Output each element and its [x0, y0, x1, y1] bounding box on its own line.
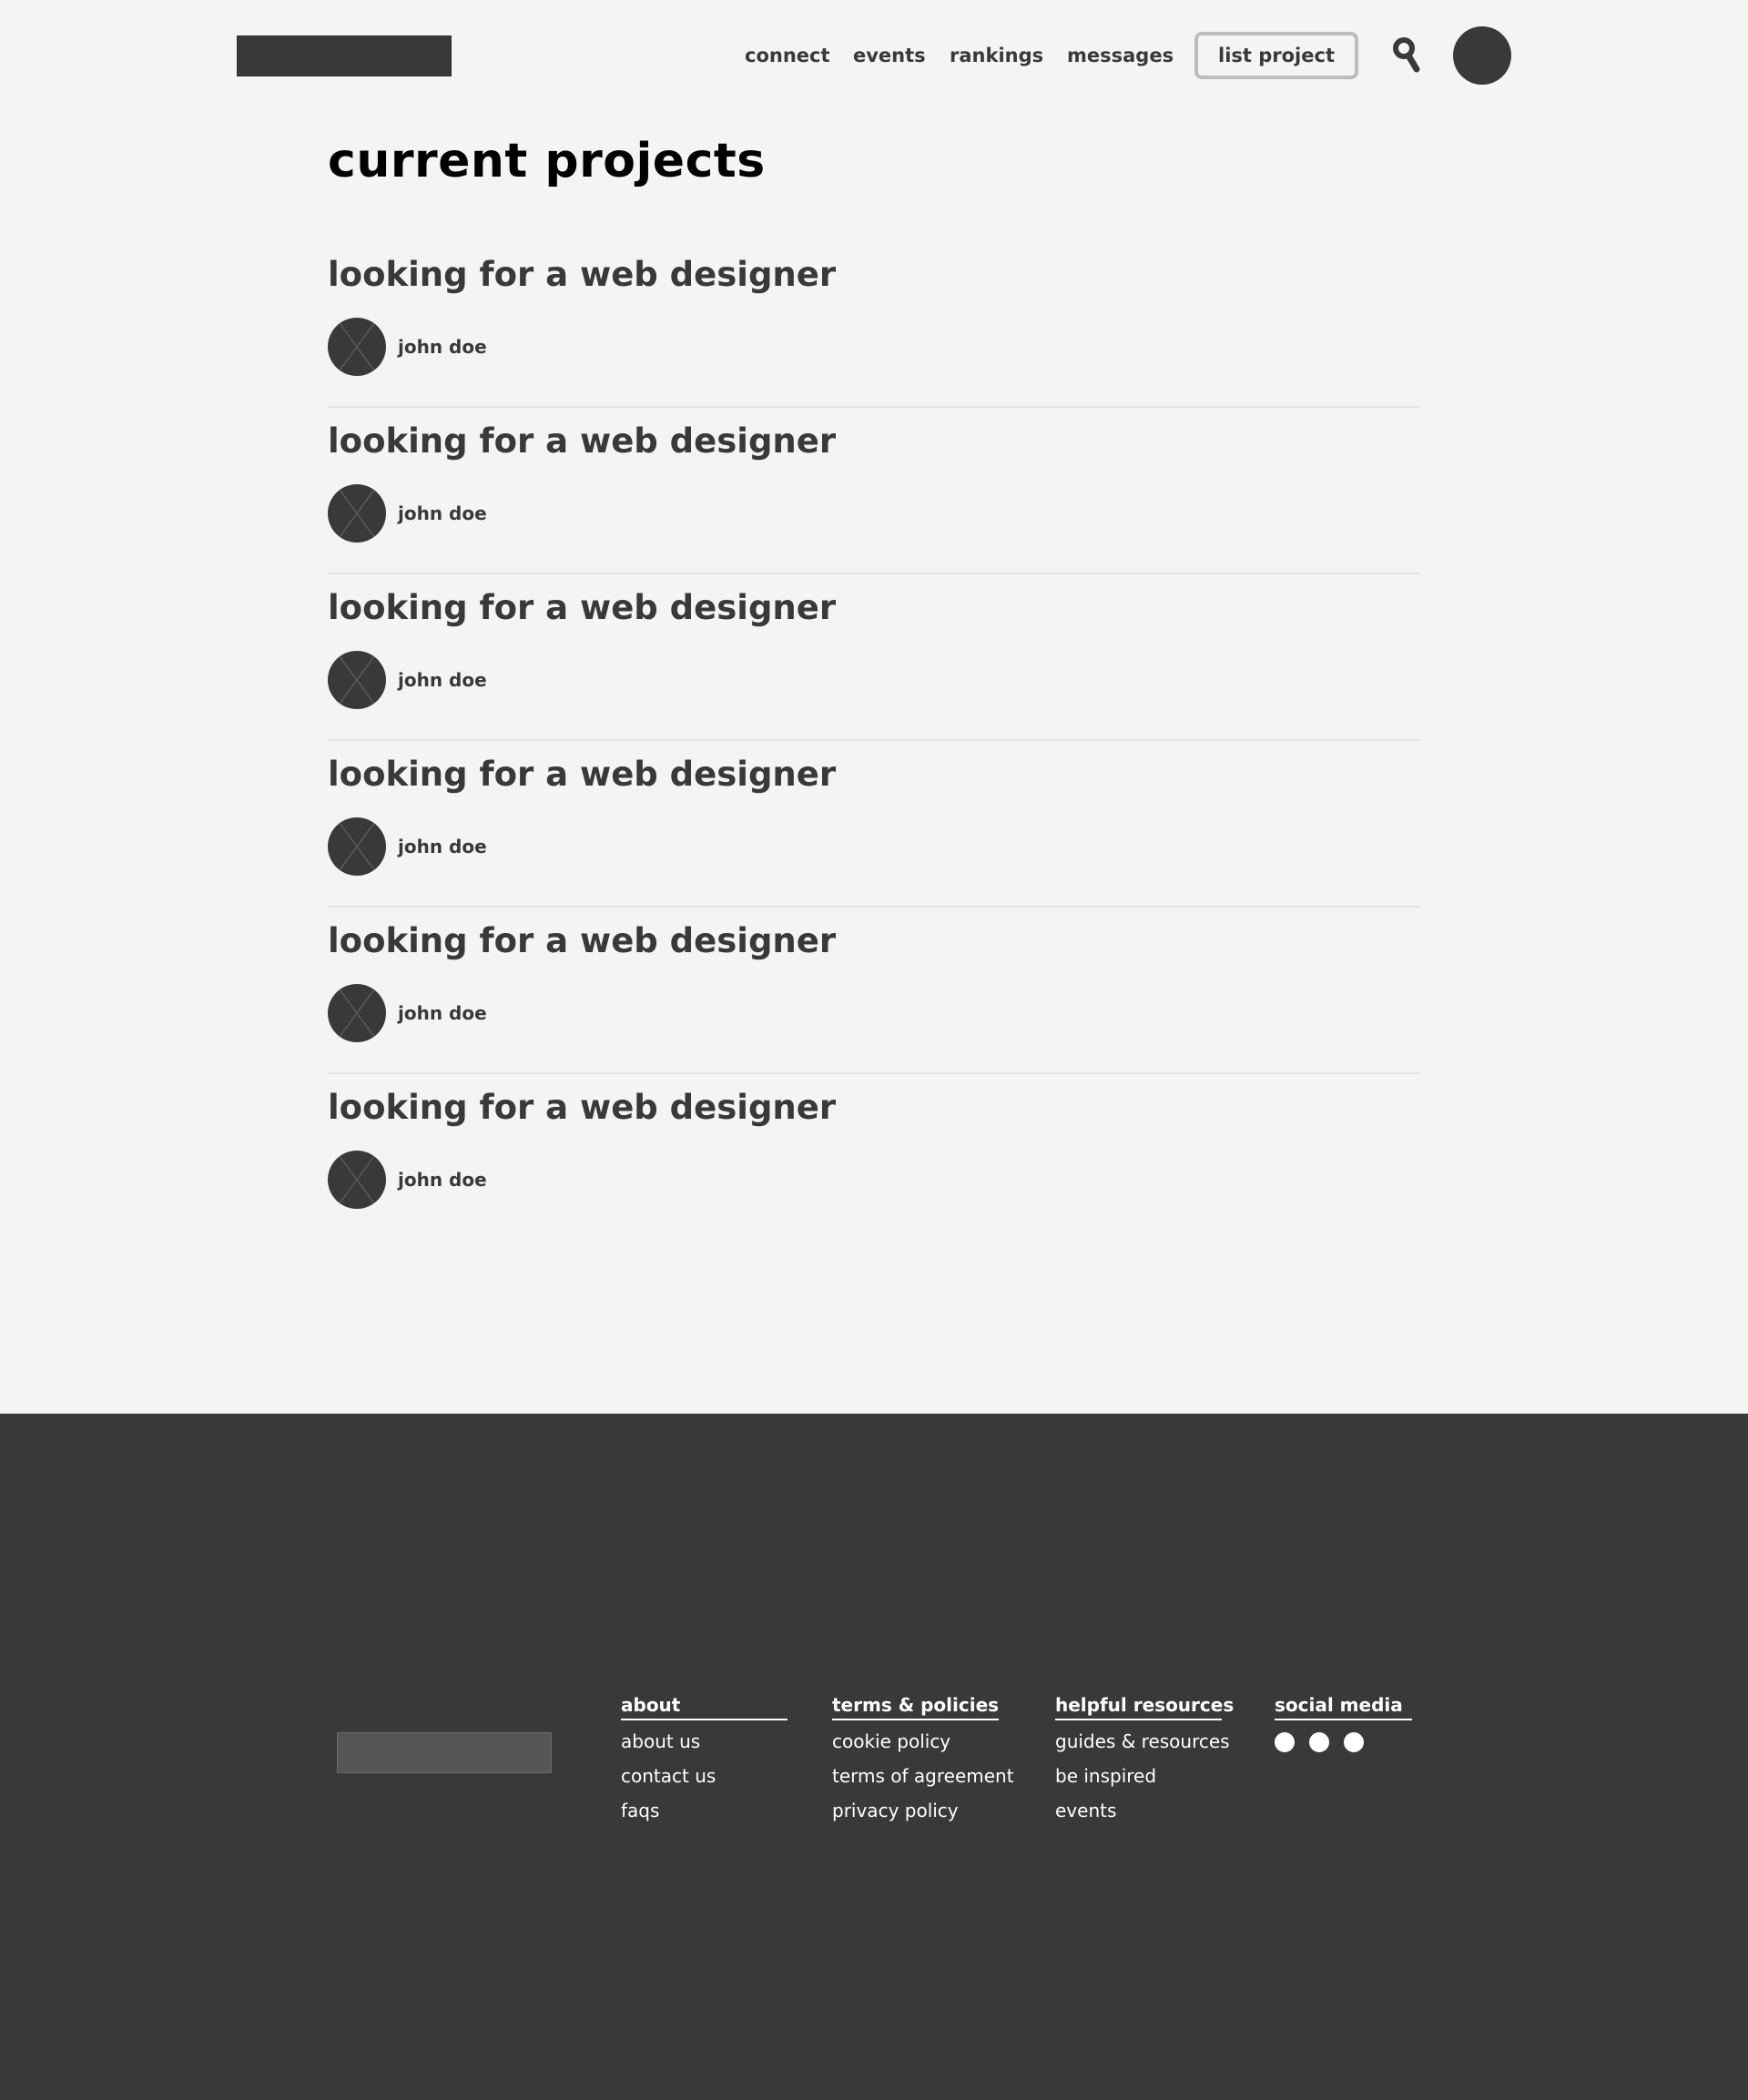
footer-link-be-inspired[interactable]: be inspired: [1055, 1763, 1222, 1789]
project-user-name[interactable]: john doe: [398, 667, 487, 693]
footer-link-privacy-policy[interactable]: privacy policy: [832, 1798, 999, 1823]
nav-connect[interactable]: connect: [745, 42, 830, 69]
project-item[interactable]: looking for a web designer john doe: [328, 908, 1420, 1074]
project-avatar-image[interactable]: [328, 651, 386, 709]
project-title[interactable]: looking for a web designer: [328, 252, 836, 298]
project-user-name[interactable]: john doe: [398, 501, 487, 526]
footer-heading-helpful-resources: helpful resources: [1055, 1692, 1234, 1720]
project-list: looking for a web designer john doe lookin…: [328, 241, 1420, 1241]
project-title[interactable]: looking for a web designer: [328, 752, 836, 797]
footer-logo-placeholder: [337, 1732, 552, 1773]
footer-link-faqs[interactable]: faqs: [621, 1798, 788, 1823]
nav-messages[interactable]: messages: [1067, 42, 1174, 69]
footer-link-contact-us[interactable]: contact us: [621, 1763, 788, 1789]
footer-heading-social-media: social media: [1275, 1692, 1412, 1720]
footer-link-events[interactable]: events: [1055, 1798, 1222, 1823]
search-icon[interactable]: [1393, 36, 1422, 75]
nav-events[interactable]: events: [853, 42, 926, 69]
social-icon[interactable]: [1309, 1732, 1329, 1752]
site-header: connect events rankings messages list pr…: [0, 0, 1748, 113]
nav-rankings[interactable]: rankings: [950, 42, 1043, 69]
footer-heading-terms: terms & policies: [832, 1692, 999, 1720]
project-item[interactable]: looking for a web designer john doe: [328, 741, 1420, 908]
social-icon[interactable]: [1344, 1732, 1364, 1752]
project-avatar-image[interactable]: [328, 318, 386, 376]
project-user-name[interactable]: john doe: [398, 1000, 487, 1026]
social-icon[interactable]: [1275, 1732, 1295, 1752]
project-avatar-image[interactable]: [328, 484, 386, 543]
footer-link-guides-resources[interactable]: guides & resources: [1055, 1729, 1230, 1754]
footer-heading-about: about: [621, 1692, 788, 1720]
project-title[interactable]: looking for a web designer: [328, 419, 836, 464]
social-icons: [1275, 1732, 1412, 1752]
project-user-name[interactable]: john doe: [398, 1167, 487, 1192]
project-item[interactable]: looking for a web designer john doe: [328, 241, 1420, 408]
project-user-name[interactable]: john doe: [398, 334, 487, 360]
footer-column-about: about about us contact us faqs: [621, 1692, 788, 1823]
footer-column-helpful-resources: helpful resources guides & resources be …: [1055, 1692, 1234, 1823]
project-avatar-image[interactable]: [328, 984, 386, 1042]
footer-link-about-us[interactable]: about us: [621, 1729, 788, 1754]
project-title[interactable]: looking for a web designer: [328, 1085, 836, 1131]
project-title[interactable]: looking for a web designer: [328, 918, 836, 964]
site-footer: about about us contact us faqs terms & p…: [0, 1414, 1748, 2100]
project-item[interactable]: looking for a web designer john doe: [328, 1074, 1420, 1241]
user-avatar[interactable]: [1453, 26, 1511, 85]
footer-column-social-media: social media: [1275, 1692, 1412, 1752]
footer-link-terms-of-agreement[interactable]: terms of agreement: [832, 1763, 1014, 1789]
footer-column-terms: terms & policies cookie policy terms of …: [832, 1692, 1014, 1823]
list-project-button[interactable]: list project: [1194, 32, 1358, 79]
project-user-name[interactable]: john doe: [398, 834, 487, 859]
logo-placeholder[interactable]: [237, 36, 452, 76]
project-title[interactable]: looking for a web designer: [328, 585, 836, 631]
page-title: current projects: [328, 134, 766, 188]
project-avatar-image[interactable]: [328, 817, 386, 876]
project-avatar-image[interactable]: [328, 1151, 386, 1209]
project-item[interactable]: looking for a web designer john doe: [328, 574, 1420, 741]
project-item[interactable]: looking for a web designer john doe: [328, 408, 1420, 574]
footer-link-cookie-policy[interactable]: cookie policy: [832, 1729, 999, 1754]
